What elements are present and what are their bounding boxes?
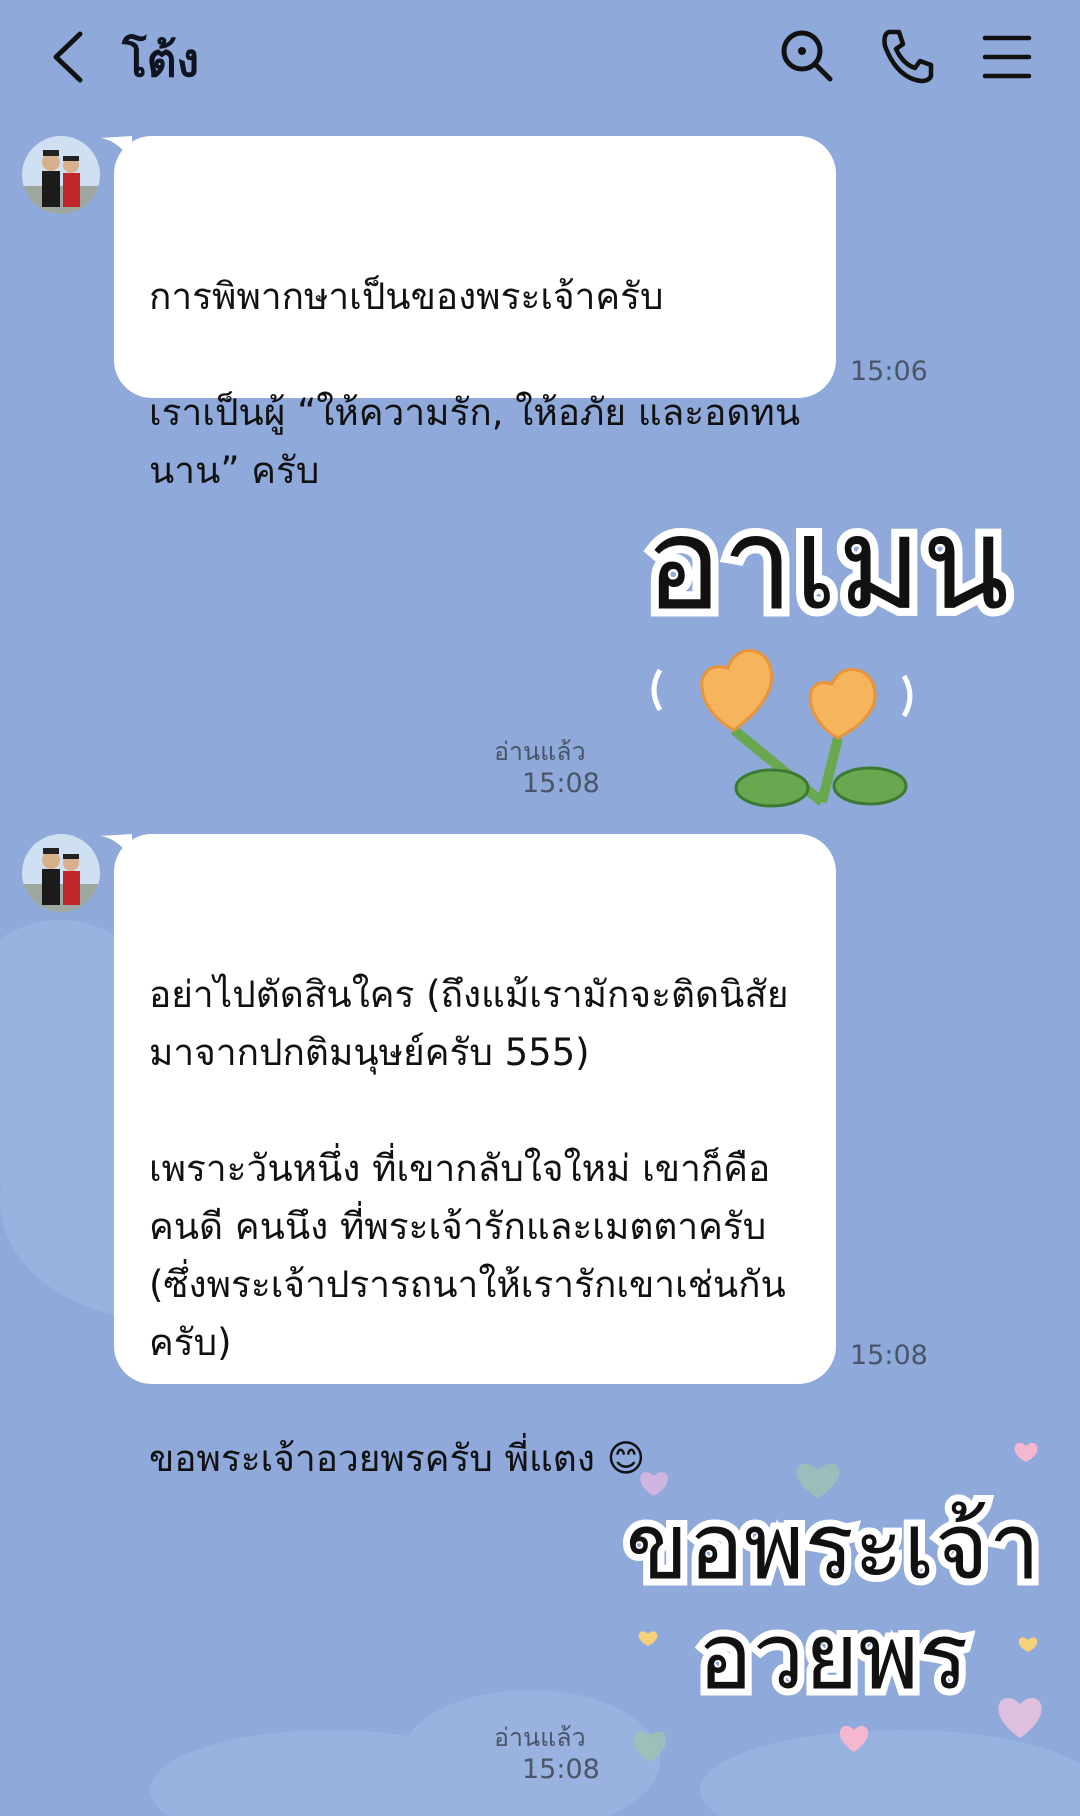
back-button[interactable] [40,22,100,92]
avatar-photo-icon [22,136,100,214]
message-time: 15:06 [850,356,928,387]
call-button[interactable] [875,24,939,88]
message-time: 15:08 [522,1754,600,1785]
flower-sticker-icon: อาเมน [637,482,1017,808]
bubble-tail [100,834,132,860]
hearts-sticker-icon: ขอพระเจ้า อวยพร [619,1442,1047,1762]
message-time: 15:08 [522,768,600,799]
menu-button[interactable] [975,24,1039,88]
read-receipt: อ่านแล้ว [494,1723,586,1752]
chat-header: โต้ง [0,0,1080,120]
sticker-label: อาเมน [645,490,1009,639]
menu-icon [982,35,1032,79]
message-time: 15:08 [850,1340,928,1371]
sticker-label-line2: อวยพร [698,1603,969,1710]
sticker-amen[interactable]: อาเมน [612,468,1042,820]
avatar[interactable] [22,834,100,912]
avatar-photo-icon [22,834,100,912]
search-icon [781,30,833,82]
contact-name[interactable]: โต้ง [122,24,199,97]
message-bubble[interactable]: อย่าไปตัดสินใคร (ถึงแม้เรามักจะติดนิสัยม… [100,834,836,1480]
back-icon [53,31,83,83]
message-bubble[interactable]: การพิพากษาเป็นของพระเจ้าครับ เราเป็นผู้ … [100,136,836,492]
sticker-label-line1: ขอพระเจ้า [626,1493,1041,1600]
bubble-tail [100,136,132,162]
search-button[interactable] [775,24,839,88]
sticker-blessing[interactable]: ขอพระเจ้า อวยพร [618,1428,1048,1774]
phone-icon [882,29,934,84]
read-receipt: อ่านแล้ว [494,737,586,766]
avatar[interactable] [22,136,100,214]
